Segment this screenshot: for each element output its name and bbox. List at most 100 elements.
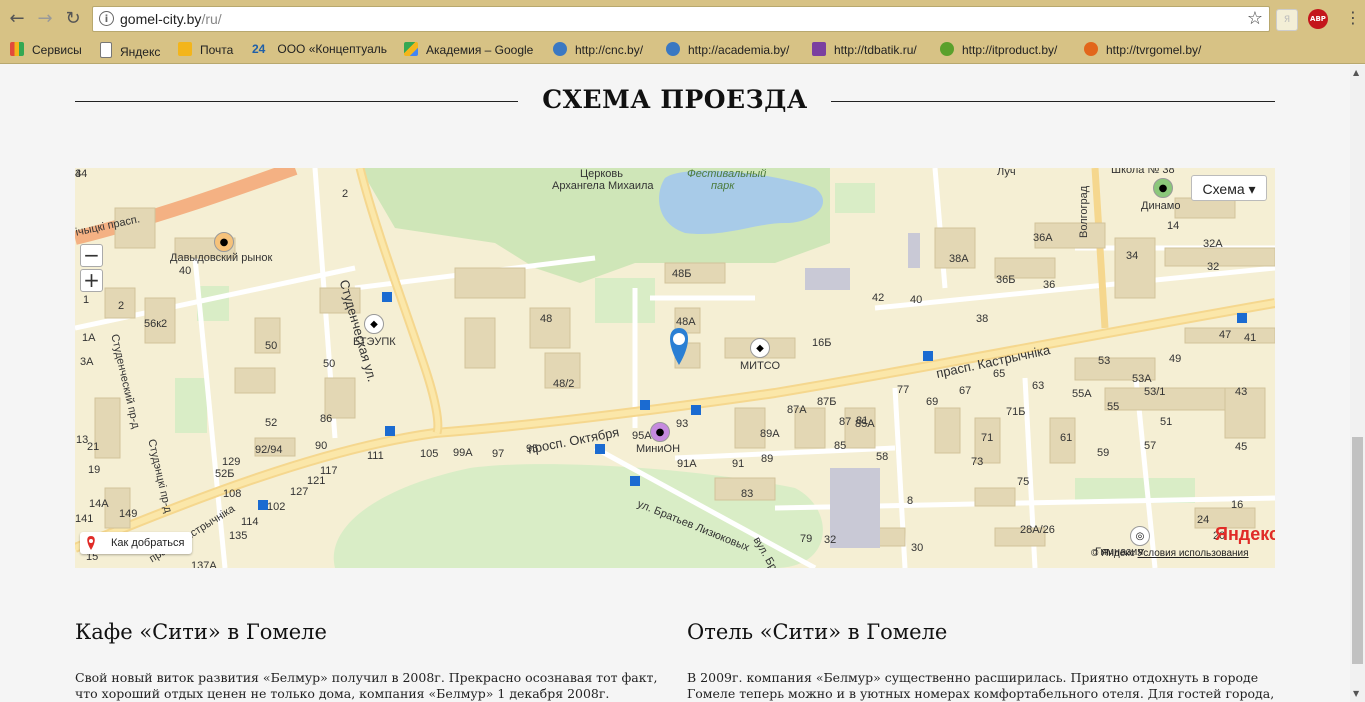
terms-link[interactable]: Условия использования [1138,548,1249,559]
bookmark-tvrgomel[interactable]: http://tvrgomel.by/ [1084,42,1201,57]
mail-icon [178,42,192,56]
house-number: 63 [1032,380,1045,392]
copyright-text: © Яндекс [1091,548,1135,559]
house-number: 93 [676,418,689,430]
bookmark-label: Яндекс [120,45,161,59]
house-number: 43 [1235,386,1248,398]
bookmark-mail[interactable]: Почта [178,42,233,57]
house-number: 51 [1160,416,1173,428]
cinema-icon[interactable]: ● [650,422,670,442]
house-number: 91А [677,458,697,470]
house-number: 30 [911,542,924,554]
yandex-logo[interactable]: Яндекс [1215,524,1275,545]
bookmark-services[interactable]: Сервисы [10,42,82,57]
house-number: 42 [872,292,885,304]
cafe-text: Свой новый виток развития «Белмур» получ… [75,670,658,701]
house-number: 24 [1197,514,1210,526]
map-type-select[interactable]: Схема ▾ [1191,175,1267,201]
label-minion: МиниОН [636,443,681,455]
route-label: Как добраться [111,537,185,549]
tdbatik-icon [812,42,826,56]
house-number: 111 [367,450,384,462]
market-icon[interactable]: ● [214,232,234,252]
label-park-2: парк [711,180,735,192]
bookmark-academia[interactable]: http://academia.by/ [666,42,789,57]
house-number: 102 [267,501,286,513]
building-grey [805,268,850,290]
zoom-in-button[interactable]: + [80,269,103,292]
route-button[interactable]: Как добраться [80,532,192,554]
house-number: 85А [855,418,875,430]
map-canvas[interactable] [75,168,1275,568]
house-number: 40 [179,265,192,277]
house-number: 50 [323,358,336,370]
yandex-map[interactable]: Студенческая ул. просп. Октября прасп. К… [75,168,1275,568]
house-number: 48А [676,316,696,328]
house-number: 55 [1107,401,1120,413]
gear-icon [940,42,954,56]
house-number: 3А [80,356,94,368]
yandex-ext-icon[interactable]: Я [1276,9,1298,31]
house-number: 47 [1219,329,1232,341]
browser-toolbar: ← → ↻ i gomel-city.by/ru/ ☆ Я ABP ⋮ [0,0,1365,38]
house-number: 55А [1072,388,1092,400]
house-number: 2 [118,300,125,312]
house-number: 45 [1235,441,1248,453]
page-icon [100,42,112,58]
house-number: 41 [1244,332,1257,344]
house-number: 16Б [812,337,832,349]
reload-icon[interactable]: ↻ [62,8,84,30]
house-number: 53А [1132,373,1152,385]
pin-icon [87,536,95,550]
apps-grid-icon [10,42,24,56]
house-number: 53/1 [1144,386,1166,398]
house-number: 32 [1207,261,1220,273]
url-text[interactable]: gomel-city.by/ru/ [120,11,222,27]
bookmark-label: http://tvrgomel.by/ [1106,43,1202,57]
bookmark-yandex[interactable]: Яндекс [100,42,160,59]
house-number: 92/94 [255,444,283,456]
house-number: 61 [1060,432,1073,444]
house-number: 56к2 [144,318,168,330]
house-number: 14А [89,498,109,510]
house-number: 89А [760,428,780,440]
house-number: 2 [342,188,349,200]
school-icon[interactable]: ◎ [1130,526,1150,546]
url-host: gomel-city.by [120,11,202,27]
forward-icon[interactable]: → [34,8,56,30]
bookmark-label: Сервисы [32,43,82,57]
bookmark-itproduct[interactable]: http://itproduct.by/ [940,42,1057,57]
page-scrollbar[interactable]: ▲ ▼ [1350,65,1365,702]
bookmark-cnc[interactable]: http://cnc.by/ [553,42,643,57]
zoom-out-button[interactable]: − [80,244,103,267]
label-dinamo: Динамо [1141,200,1181,212]
info-icon[interactable]: i [99,11,114,26]
house-number: 114 [241,516,259,528]
green-patch [175,378,207,433]
bookmark-tdbatik[interactable]: http://tdbatik.ru/ [812,42,917,57]
back-icon[interactable]: ← [6,8,28,30]
house-number: 108 [223,488,242,500]
house-number: 53 [1098,355,1111,367]
academia-icon [666,42,680,56]
bookmark-concept[interactable]: 24 ООО «Концептуаль [252,42,387,56]
bookmark-google-academy[interactable]: Академия – Google [404,42,533,57]
address-bar[interactable]: i gomel-city.by/ru/ ☆ [92,6,1270,32]
bookmark-label: http://cnc.by/ [575,43,644,57]
bookmark-star-icon[interactable]: ☆ [1247,8,1263,29]
house-number: 75 [1017,476,1030,488]
house-number: 91 [732,458,745,470]
house-number: 14 [1167,220,1180,232]
label-church-2: Архангела Михаила [552,180,654,192]
scroll-up-icon[interactable]: ▲ [1353,68,1359,77]
label-park: Фестивальный [687,168,767,180]
university-icon[interactable]: ◆ [750,338,770,358]
house-number: 89 [761,453,774,465]
stadium-icon[interactable]: ● [1153,178,1173,198]
scroll-down-icon[interactable]: ▼ [1353,689,1359,698]
house-number: 38 [976,313,989,325]
adblock-icon[interactable]: ABP [1308,9,1328,29]
university-icon[interactable]: ◆ [364,314,384,334]
scroll-thumb[interactable] [1352,437,1363,664]
menu-icon[interactable]: ⋮ [1345,8,1361,27]
